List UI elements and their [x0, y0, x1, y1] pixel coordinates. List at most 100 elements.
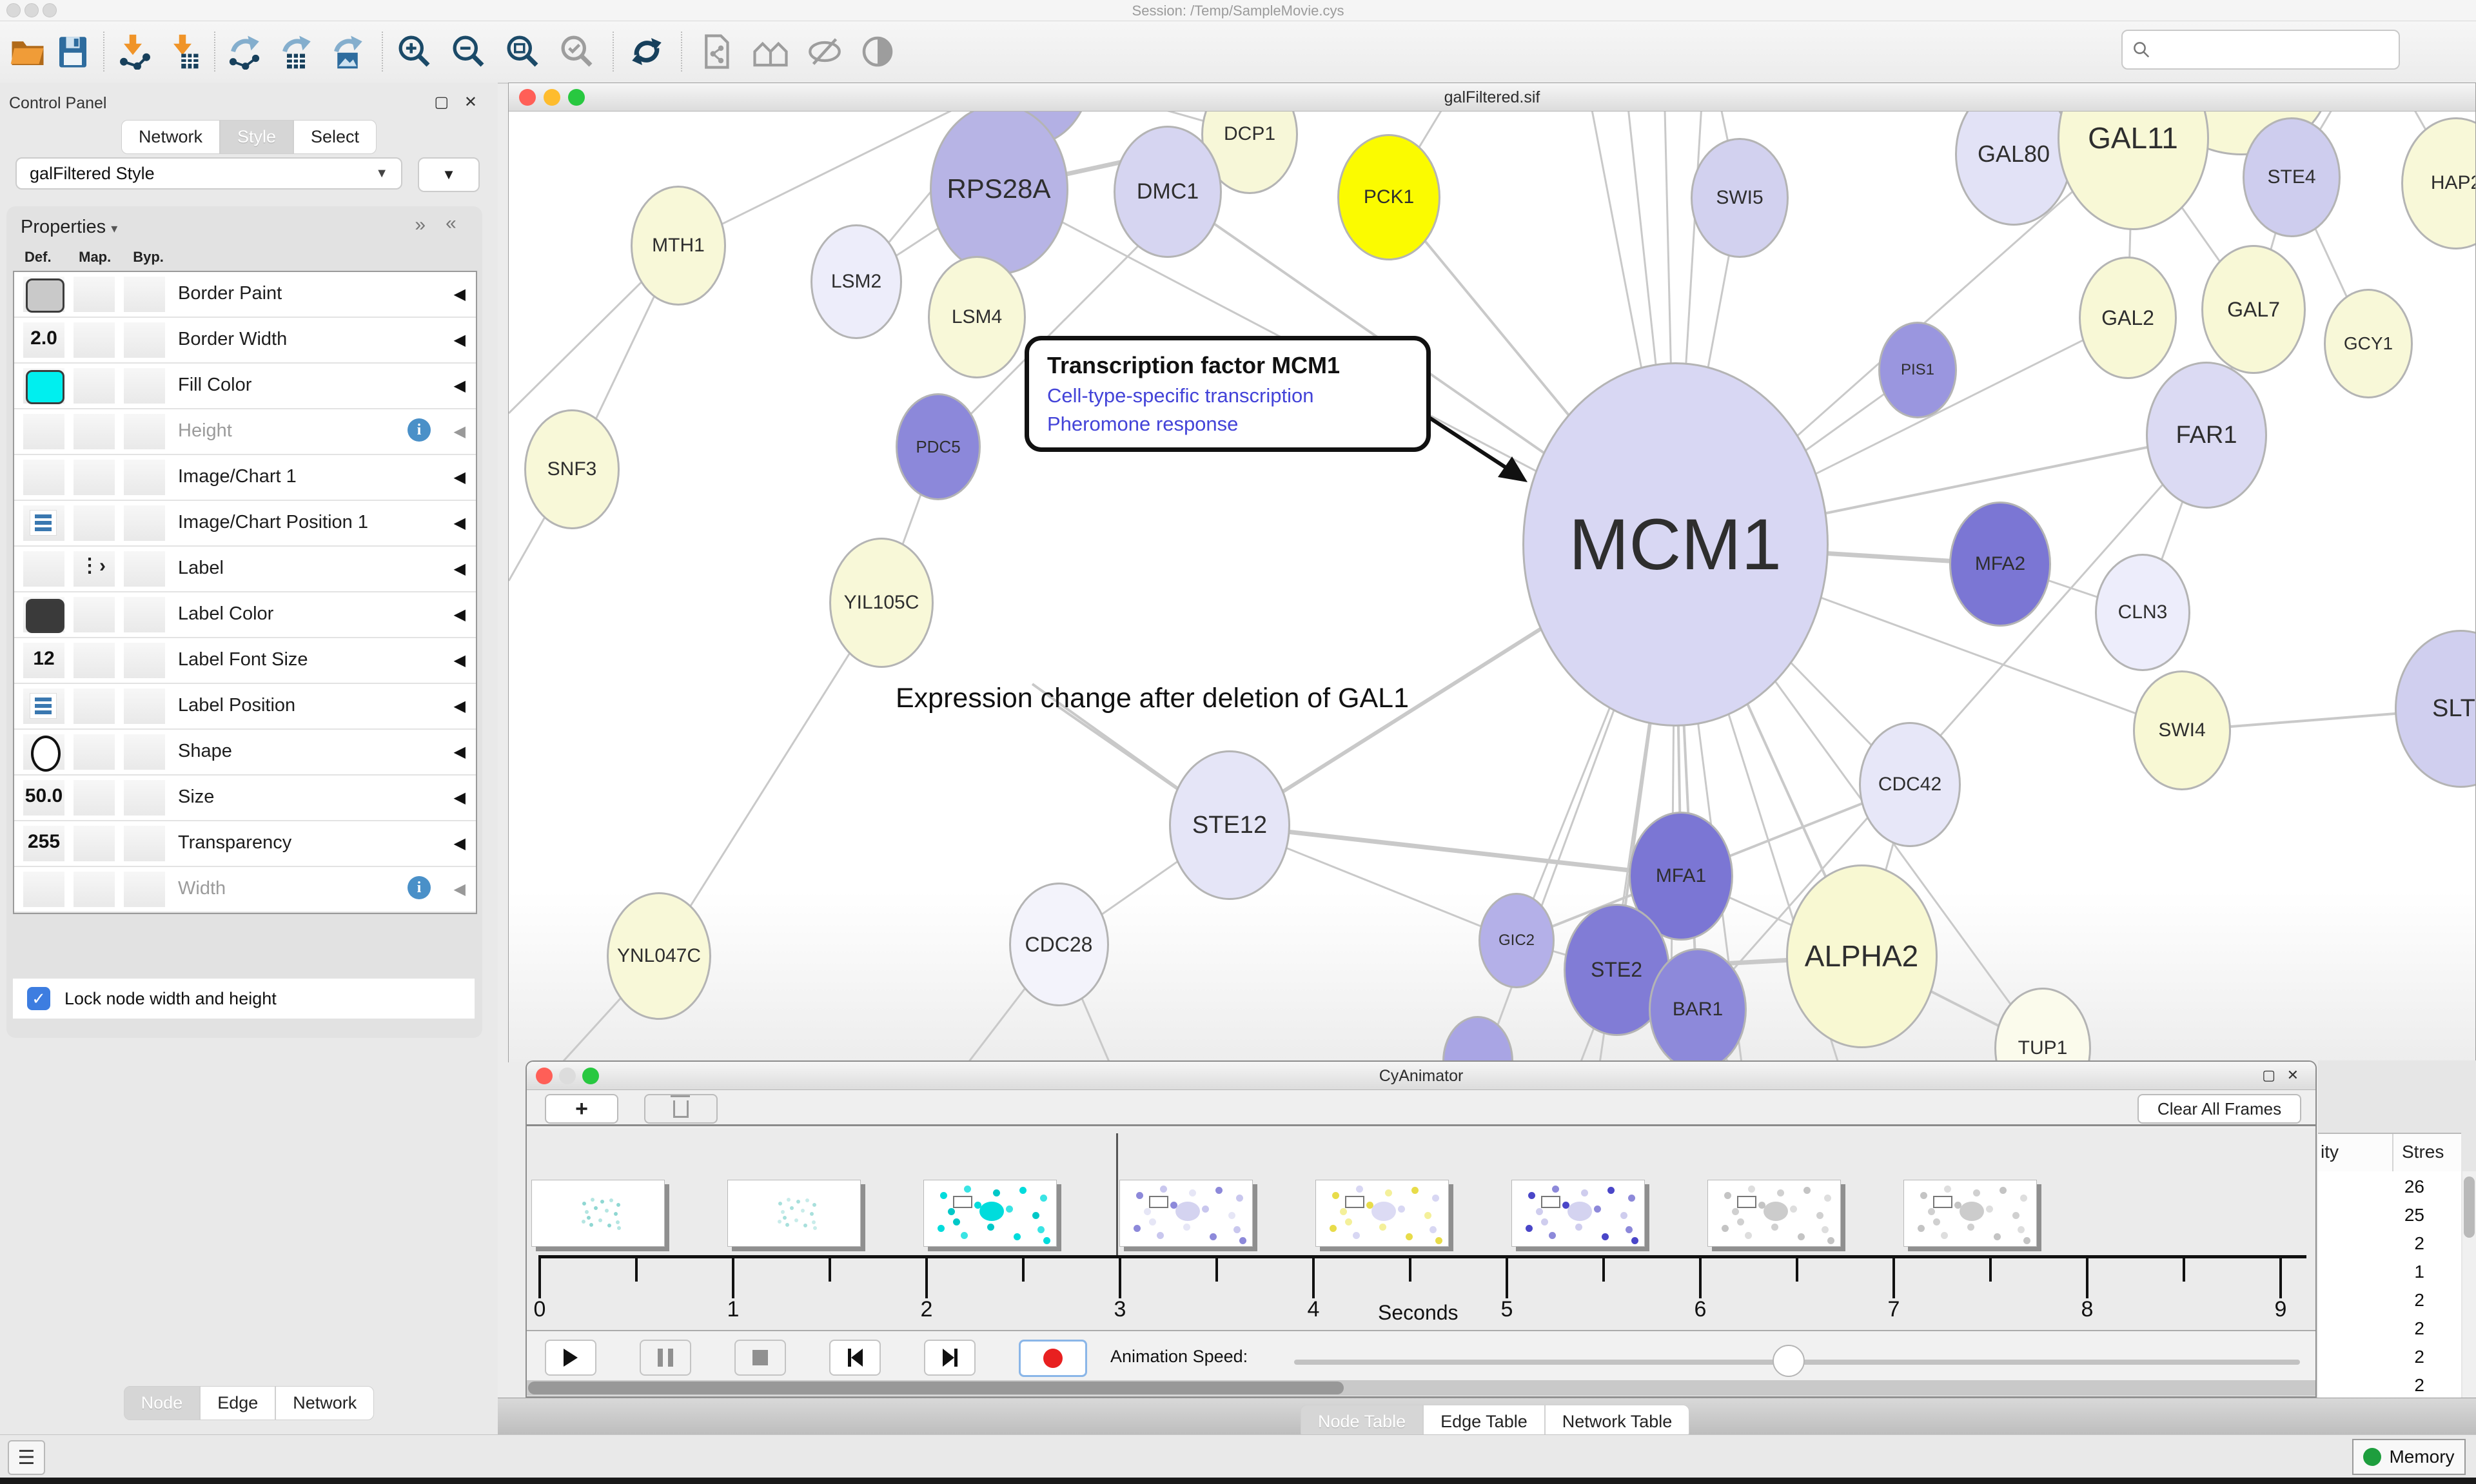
network-file-icon[interactable]	[696, 32, 736, 72]
expand-arrow-icon[interactable]: ◀	[454, 422, 466, 441]
pause-button[interactable]	[640, 1340, 691, 1376]
node-gal2[interactable]: GAL2	[2079, 257, 2177, 379]
mapping-cell[interactable]	[74, 322, 115, 358]
node-rps28a[interactable]: RPS28A	[930, 112, 1068, 275]
export-network-icon[interactable]	[224, 32, 264, 72]
table-body[interactable]: 2625212222	[2318, 1171, 2461, 1398]
search-field[interactable]	[2121, 30, 2400, 70]
frame-thumbnail[interactable]	[1315, 1180, 1449, 1247]
export-table-icon[interactable]	[276, 32, 316, 72]
table-cell[interactable]: 25	[2318, 1205, 2424, 1225]
float-panel-icon[interactable]: ▢	[434, 93, 449, 112]
node-gic2[interactable]: GIC2	[1479, 893, 1555, 988]
node-cdc42[interactable]: CDC42	[1859, 722, 1961, 847]
task-list-button[interactable]: ☰	[8, 1440, 45, 1475]
node-alpha2[interactable]: ALPHA2	[1786, 864, 1938, 1048]
tab-node-style[interactable]: Node	[124, 1386, 201, 1420]
node-mfa2[interactable]: MFA2	[1949, 502, 2051, 627]
node-slt2[interactable]: SLT2	[2395, 630, 2476, 788]
cyanimator-titlebar[interactable]: CyAnimator ▢ ✕	[527, 1062, 2315, 1090]
mapping-cell[interactable]	[74, 826, 115, 861]
node-lsm4[interactable]: LSM4	[928, 256, 1026, 378]
frame-thumbnail[interactable]	[1511, 1180, 1645, 1247]
eye-slash-icon[interactable]	[805, 32, 845, 72]
property-row[interactable]: Label Position ◀	[14, 684, 476, 730]
mapping-cell[interactable]	[74, 780, 115, 815]
frame-thumbnail[interactable]	[923, 1180, 1057, 1247]
tab-edge-style[interactable]: Edge	[200, 1386, 275, 1420]
mapping-cell[interactable]	[74, 597, 115, 632]
expand-arrow-icon[interactable]: ◀	[454, 788, 466, 807]
node-gal80[interactable]: GAL80	[1955, 112, 2072, 226]
record-button[interactable]	[1019, 1340, 1087, 1377]
info-icon[interactable]: i	[408, 418, 431, 442]
default-cell[interactable]	[23, 551, 64, 587]
table-cell[interactable]: 2	[2318, 1233, 2424, 1254]
property-row[interactable]: Height i ◀	[14, 409, 476, 455]
property-row[interactable]: 50.0 Size ◀	[14, 776, 476, 821]
color-swatch[interactable]	[26, 278, 64, 313]
expand-arrow-icon[interactable]: ◀	[454, 743, 466, 761]
node-gal7[interactable]: GAL7	[2201, 245, 2306, 374]
node-dmc1[interactable]: DMC1	[1114, 126, 1222, 258]
mapping-cell[interactable]	[74, 688, 115, 724]
node-gcy1[interactable]: GCY1	[2324, 289, 2413, 398]
property-row[interactable]: Image/Chart Position 1 ◀	[14, 501, 476, 547]
table-cell[interactable]: 1	[2318, 1262, 2424, 1282]
node-lsm2[interactable]: LSM2	[811, 224, 902, 339]
timeline-scrollbar[interactable]	[527, 1380, 2315, 1396]
mapping-cell[interactable]	[74, 277, 115, 312]
table-cell[interactable]: 2	[2318, 1375, 2424, 1396]
default-cell[interactable]	[23, 460, 64, 495]
mapping-cell[interactable]	[74, 643, 115, 678]
mapping-cell[interactable]	[74, 505, 115, 541]
position-icon[interactable]	[30, 693, 57, 719]
node-mcm1[interactable]: MCM1	[1522, 362, 1829, 727]
bypass-cell[interactable]	[124, 277, 165, 312]
clear-all-frames-button[interactable]: Clear All Frames	[2137, 1094, 2301, 1124]
bypass-cell[interactable]	[124, 872, 165, 907]
frame-thumbnail[interactable]	[1707, 1180, 1841, 1247]
node-cln3[interactable]: CLN3	[2095, 554, 2190, 671]
close-panel-icon[interactable]: ✕	[464, 93, 477, 112]
expand-arrow-icon[interactable]: ◀	[454, 651, 466, 670]
property-row[interactable]: Fill Color ◀	[14, 364, 476, 409]
default-value[interactable]: 50.0	[14, 785, 74, 807]
bypass-cell[interactable]	[124, 826, 165, 861]
bypass-cell[interactable]	[124, 551, 165, 587]
slider-thumb[interactable]	[1773, 1345, 1805, 1377]
next-frame-button[interactable]	[924, 1340, 976, 1376]
memory-button[interactable]: Memory	[2352, 1439, 2466, 1475]
bypass-cell[interactable]	[124, 368, 165, 404]
discrete-mapping-icon[interactable]: ⋮›	[80, 554, 106, 577]
node-tup1[interactable]: TUP1	[1994, 988, 2091, 1062]
default-value[interactable]: 255	[14, 831, 74, 853]
property-row[interactable]: ⋮› Label ◀	[14, 547, 476, 592]
refresh-layout-icon[interactable]	[627, 32, 667, 72]
node-far1[interactable]: FAR1	[2146, 362, 2267, 509]
property-row[interactable]: Label Color ◀	[14, 592, 476, 638]
frame-thumbnail[interactable]	[1119, 1180, 1253, 1247]
column-centrality[interactable]: ity	[2321, 1142, 2339, 1162]
node-swi4[interactable]: SWI4	[2133, 670, 2231, 790]
expand-arrow-icon[interactable]: ◀	[454, 468, 466, 487]
bypass-cell[interactable]	[124, 414, 165, 449]
node-mth1[interactable]: MTH1	[631, 186, 726, 306]
node-snf3[interactable]: SNF3	[524, 409, 620, 529]
node-yil105c[interactable]: YIL105C	[829, 538, 934, 668]
expand-arrow-icon[interactable]: ◀	[454, 697, 466, 716]
node-gal11[interactable]: GAL11	[2058, 112, 2209, 230]
property-row[interactable]: Shape ◀	[14, 730, 476, 776]
zoom-in-icon[interactable]	[395, 32, 435, 72]
save-session-icon[interactable]	[53, 32, 93, 72]
node-ste12[interactable]: STE12	[1169, 750, 1290, 900]
node-pdc5[interactable]: PDC5	[896, 393, 981, 500]
bypass-cell[interactable]	[124, 688, 165, 724]
table-header[interactable]: ity Stres	[2318, 1133, 2461, 1173]
bypass-cell[interactable]	[124, 505, 165, 541]
property-row[interactable]: 2.0 Border Width ◀	[14, 318, 476, 364]
import-network-icon[interactable]	[113, 32, 153, 72]
column-stress[interactable]: Stres	[2402, 1142, 2444, 1162]
node-pck1[interactable]: PCK1	[1337, 134, 1440, 260]
expand-arrow-icon[interactable]: ◀	[454, 834, 466, 853]
